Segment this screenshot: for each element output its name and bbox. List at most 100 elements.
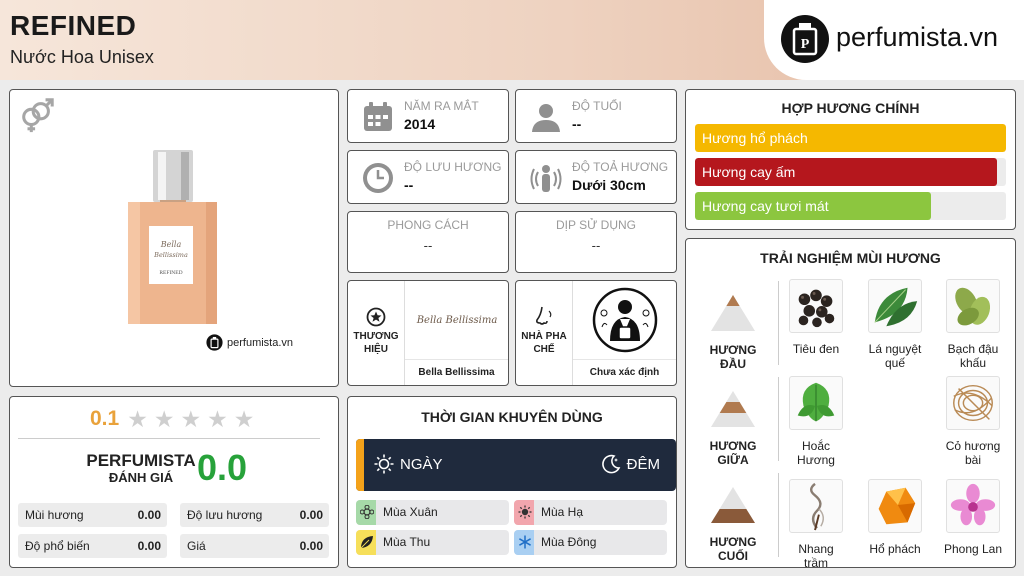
day-indicator xyxy=(356,439,364,491)
note-item[interactable]: Hoắc Hương xyxy=(786,376,846,467)
rating-item-value: 0.00 xyxy=(137,508,161,522)
incense-image xyxy=(789,479,843,533)
perfume-bottle-image: Bella Bellissima REFINED xyxy=(128,150,217,324)
watermark-text: perfumista.vn xyxy=(227,336,294,349)
note-label: Cỏ hương bài xyxy=(945,439,1001,467)
note-item[interactable]: Tiêu đen xyxy=(786,279,846,356)
recommended-time-title: THỜI GIAN KHUYÊN DÙNG xyxy=(421,409,603,425)
bay-leaf-image xyxy=(868,279,922,333)
style-card: PHONG CÁCH -- xyxy=(347,211,509,273)
user-rating[interactable]: 0.1 ★ ★ ★ ★ ★ xyxy=(90,407,254,431)
note-label: Phong Lan xyxy=(943,542,1003,556)
age-card: ĐỘ TUỔI -- xyxy=(515,89,677,143)
base-notes-label: HƯƠNG CUỐI xyxy=(709,535,757,563)
note-item[interactable]: Nhang trầm xyxy=(786,479,846,570)
middle-notes-label: HƯƠNG GIỮA xyxy=(709,439,757,467)
star-icon[interactable]: ★ xyxy=(154,407,175,431)
release-year-value: 2014 xyxy=(404,116,436,132)
recommended-time-panel: THỜI GIAN KHUYÊN DÙNG NGÀY ĐÊM Mùa Xuân xyxy=(347,396,677,568)
age-label: ĐỘ TUỔI xyxy=(572,99,622,113)
orchid-image xyxy=(946,479,1000,533)
rating-item-label: Mùi hương xyxy=(25,508,84,522)
accord-label: Hương cay tươi mát xyxy=(702,198,829,214)
spring-icon xyxy=(360,505,374,519)
season-autumn[interactable]: Mùa Thu xyxy=(356,530,509,555)
release-year-label: NĂM RA MẮT xyxy=(404,99,479,113)
rating-item-value: 0.00 xyxy=(137,539,161,553)
sillage-label: ĐỘ TOẢ HƯƠNG xyxy=(572,160,669,174)
occasion-card: DỊP SỬ DỤNG -- xyxy=(515,211,677,273)
rating-panel: 0.1 ★ ★ ★ ★ ★ PERFUMISTA ĐÁNH GIÁ 0.0 Mù… xyxy=(9,396,339,568)
night-option[interactable]: ĐÊM xyxy=(601,454,660,474)
perfumer-illustration-icon xyxy=(592,287,658,353)
accord-label: Hương cay ấm xyxy=(702,164,796,180)
star-icon[interactable]: ★ xyxy=(207,407,228,431)
brand-logo-script: Bella Bellissima xyxy=(416,314,498,326)
base-notes-group: HƯƠNG CUỐI xyxy=(698,485,768,563)
sillage-icon xyxy=(530,165,562,192)
rating-item-label: Độ phổ biến xyxy=(25,539,90,553)
perfumista-score: 0.0 xyxy=(197,447,248,488)
season-summer[interactable]: Mùa Hạ xyxy=(514,500,667,525)
product-watermark: perfumista.vn xyxy=(206,334,293,351)
header: REFINED Nước Hoa Unisex P perfumista.vn xyxy=(0,0,1024,80)
note-label: Tiêu đen xyxy=(792,342,840,356)
brand-logo: Bella Bellissima xyxy=(405,281,509,359)
accord-bar: Hương hổ phách xyxy=(695,124,1006,152)
autumn-icon xyxy=(360,536,373,549)
perfumer-avatar xyxy=(573,281,677,359)
amber-image xyxy=(868,479,922,533)
note-label: Hổ phách xyxy=(869,542,921,556)
season-label: Mùa Đông xyxy=(541,535,597,549)
star-icon[interactable]: ★ xyxy=(234,407,255,431)
rating-item-value: 0.00 xyxy=(299,508,323,522)
unisex-icon xyxy=(22,98,54,133)
brand-label: THƯƠNG HIỆU xyxy=(353,331,399,355)
release-year-card: NĂM RA MẮT 2014 xyxy=(347,89,509,143)
style-value: -- xyxy=(423,238,433,253)
bottle-logo-icon: P xyxy=(781,15,829,63)
brand-card[interactable]: THƯƠNG HIỆU Bella Bellissima Bella Belli… xyxy=(347,280,509,386)
note-item[interactable]: Cỏ hương bài xyxy=(943,376,1003,467)
black-pepper-image xyxy=(789,279,843,333)
note-label: Bạch đậu khấu xyxy=(947,342,999,370)
pyramid-middle-icon xyxy=(711,391,755,427)
middle-notes-group: HƯƠNG GIỮA xyxy=(698,389,768,467)
season-label: Mùa Thu xyxy=(383,535,431,549)
perfumer-card[interactable]: NHÀ PHA CHẾ Chưa xác định xyxy=(515,280,677,386)
top-notes-group: HƯƠNG ĐẦU xyxy=(698,293,768,371)
season-winter[interactable]: Mùa Đông xyxy=(514,530,667,555)
day-option[interactable]: NGÀY xyxy=(374,454,443,474)
occasion-value: -- xyxy=(591,238,601,253)
svg-text:Bella: Bella xyxy=(160,240,182,249)
star-icon[interactable]: ★ xyxy=(180,407,201,431)
patchouli-image xyxy=(789,376,843,430)
svg-text:REFINED: REFINED xyxy=(159,270,182,276)
note-item[interactable]: Hổ phách xyxy=(865,479,925,556)
product-image-panel: Bella Bellissima REFINED perfumista.vn xyxy=(9,89,339,387)
accord-bar: Hương cay tươi mát xyxy=(695,192,1006,220)
accord-label: Hương hổ phách xyxy=(702,130,808,146)
occasion-label: DỊP SỬ DỤNG xyxy=(555,218,637,232)
scent-notes-panel: TRẢI NGHIỆM MÙI HƯƠNG HƯƠNG ĐẦU HƯƠNG GI… xyxy=(685,238,1016,570)
rating-item: Mùi hương 0.00 xyxy=(18,503,167,527)
season-spring[interactable]: Mùa Xuân xyxy=(356,500,509,525)
svg-text:Bellissima: Bellissima xyxy=(153,251,188,259)
note-item[interactable]: Bạch đậu khấu xyxy=(943,279,1003,370)
vetiver-image xyxy=(946,376,1000,430)
age-value: -- xyxy=(572,116,582,132)
perfumer-name[interactable]: Chưa xác định xyxy=(573,359,676,385)
brand-name[interactable]: Bella Bellissima xyxy=(405,359,508,385)
perfumer-label: NHÀ PHA CHẾ xyxy=(521,331,567,355)
moon-icon xyxy=(601,454,620,474)
divider xyxy=(778,377,779,461)
user-rating-score: 0.1 xyxy=(90,407,120,430)
scent-notes-title: TRẢI NGHIỆM MÙI HƯƠNG xyxy=(760,250,941,266)
note-item[interactable]: Phong Lan xyxy=(943,479,1003,556)
person-icon xyxy=(532,104,560,132)
note-item[interactable]: Lá nguyệt quế xyxy=(865,279,925,370)
star-icon[interactable]: ★ xyxy=(127,407,148,431)
sun-icon xyxy=(374,454,394,474)
site-logo[interactable]: P perfumista.vn xyxy=(764,0,1024,80)
divider xyxy=(778,281,779,365)
